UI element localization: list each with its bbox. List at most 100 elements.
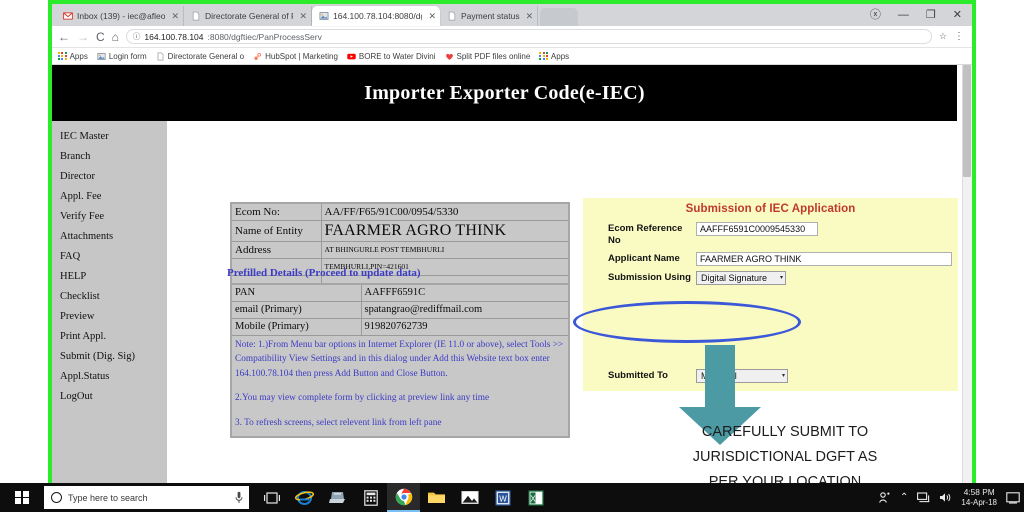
sidebar-item-branch[interactable]: Branch [60,147,167,167]
image-icon [97,52,106,60]
notes-cell: Note: 1.)From Menu bar options in Intern… [230,334,570,438]
scrollbar-thumb[interactable] [963,65,971,177]
sidebar-item-iec-master[interactable]: IEC Master [60,127,167,147]
address-bar[interactable]: ⓘ 164.100.78.104:8080/dgftiec/PanProcess… [125,29,932,44]
sidebar-item-attachments[interactable]: Attachments [60,227,167,247]
word-icon[interactable]: W [486,483,519,512]
bookmark-hubspot[interactable]: HubSpot | Marketing [253,52,338,61]
home-icon[interactable]: ⌂ [112,31,119,43]
browser-tab-strip: Inbox (139) - iec@afleo.c ✕ Directorate … [52,4,972,26]
bookmark-label: Split PDF files online [456,51,531,61]
ecom-reference-label: Ecom Reference No [608,223,683,246]
sidebar-item-verify-fee[interactable]: Verify Fee [60,207,167,227]
sidebar-item-director[interactable]: Director [60,167,167,187]
bookmark-label: Directorate General o [167,51,245,61]
chevron-up-icon[interactable]: ⌃ [900,492,908,503]
svg-text:X: X [530,494,536,503]
sidebar-item-preview[interactable]: Preview [60,307,167,327]
gmail-icon [63,12,73,20]
tab-close-icon[interactable]: ✕ [169,11,179,22]
sidebar-item-help[interactable]: HELP [60,267,167,287]
selected-option: Digital Signature [701,272,768,283]
cell-value: AA/FF/F65/91C00/0954/5330 [320,202,570,221]
table-row: Address AT BHINGURLE POST TEMBHURLI [230,240,570,259]
sidebar-item-appl-fee[interactable]: Appl. Fee [60,187,167,207]
minimize-button[interactable]: — [898,9,909,21]
prefilled-details-heading: Prefilled Details (Proceed to update dat… [227,267,421,279]
microphone-icon[interactable] [235,491,243,504]
network-icon[interactable] [917,492,930,503]
system-tray: ⌃ 4:58 PM 14-Apr-18 [878,483,1020,512]
bookmark-login-form[interactable]: Login form [97,52,147,61]
bookmark-apps-2[interactable]: Apps [539,52,569,61]
cell-label: Name of Entity [230,219,322,242]
start-button[interactable] [0,483,44,512]
tab-close-icon[interactable]: ✕ [297,11,307,22]
bookmark-dgft[interactable]: Directorate General o [156,52,244,61]
note-line-3: 3. To refresh screens, select relevent l… [235,417,442,428]
tab-close-icon[interactable]: ✕ [426,11,436,22]
page-banner: Importer Exporter Code(e-IEC) [52,65,957,121]
browser-tab-2[interactable]: 164.100.78.104:8080/dgf ✕ [312,6,440,26]
tab-close-icon[interactable]: ✕ [524,11,534,22]
task-view-icon[interactable] [255,483,288,512]
apps-grid-icon [539,51,548,61]
forward-icon[interactable]: → [77,31,89,43]
cell-label: email (Primary) [230,300,362,319]
applicant-name-input[interactable]: FAARMER AGRO THINK [696,252,952,266]
photos-icon[interactable] [453,483,486,512]
submission-panel-title: Submission of IEC Application [685,203,856,215]
printer-icon[interactable] [321,483,354,512]
profile-icon[interactable]: ⓧ [870,9,881,21]
submission-using-select[interactable]: Digital Signature ▾ [696,271,786,285]
apps-grid-icon [58,51,67,61]
sidebar-item-logout[interactable]: LogOut [60,387,167,407]
sidebar-item-checklist[interactable]: Checklist [60,287,167,307]
browser-window: Inbox (139) - iec@afleo.c ✕ Directorate … [48,0,976,490]
volume-icon[interactable] [939,492,952,503]
chrome-icon[interactable] [387,483,420,512]
reload-icon[interactable]: C [96,31,105,43]
close-button[interactable]: ✕ [953,9,962,21]
file-explorer-icon[interactable] [420,483,453,512]
people-icon[interactable] [878,491,891,504]
action-center-icon[interactable] [1006,491,1020,504]
maximize-button[interactable]: ❐ [926,9,936,21]
heart-icon [445,53,453,60]
chrome-menu-icon[interactable]: ⋮ [954,31,964,42]
bookmark-split-pdf[interactable]: Split PDF files online [445,51,531,61]
cell-value: 919820762739 [360,317,570,336]
sidebar-item-faq[interactable]: FAQ [60,247,167,267]
new-tab-button[interactable] [540,8,579,26]
taskbar-clock[interactable]: 4:58 PM 14-Apr-18 [961,487,997,508]
table-row: Ecom No: AA/FF/F65/91C00/0954/5330 [230,202,570,221]
sidebar-item-print-appl[interactable]: Print Appl. [60,327,167,347]
browser-tab-0[interactable]: Inbox (139) - iec@afleo.c ✕ [56,6,184,26]
taskbar-search-box[interactable]: Type here to search [44,486,249,509]
calculator-icon[interactable] [354,483,387,512]
table-row: Note: 1.)From Menu bar options in Intern… [230,334,570,438]
page-scrollbar[interactable] [962,65,972,485]
taskbar-icons: W X [255,483,552,512]
excel-icon[interactable]: X [519,483,552,512]
ecom-reference-input[interactable]: AAFFF6591C0009545330 [696,222,818,236]
annotation-line-2: JURISDICTIONAL DGFT AS [692,449,878,465]
page-icon [192,11,200,21]
sidebar-item-appl-status[interactable]: Appl.Status [60,367,167,387]
cortana-circle-icon [51,492,62,503]
bookmark-apps[interactable]: Apps [58,52,88,61]
cell-value: AAFFF6591C [360,283,570,302]
back-icon[interactable]: ← [58,31,70,43]
internet-explorer-icon[interactable] [288,483,321,512]
bookmark-bore-to-water[interactable]: BORE to Water Divini [347,52,436,61]
bookmark-star-icon[interactable]: ☆ [939,31,947,42]
applicant-name-row: Applicant Name FAARMER AGRO THINK [583,252,958,266]
browser-tab-1[interactable]: Directorate General of Fo ✕ [184,6,312,26]
sidebar-item-submit-dig-sig[interactable]: Submit (Dig. Sig) [60,347,167,367]
window-controls: ⓧ — ❐ ✕ [870,4,970,26]
submission-using-row: Submission Using Digital Signature ▾ [583,271,958,285]
browser-tab-3[interactable]: Payment status ✕ [440,6,539,26]
submission-panel: Submission of IEC Application Ecom Refer… [583,198,958,329]
bookmark-label: Apps [69,51,88,61]
bookmark-label: BORE to Water Divini [358,51,436,61]
